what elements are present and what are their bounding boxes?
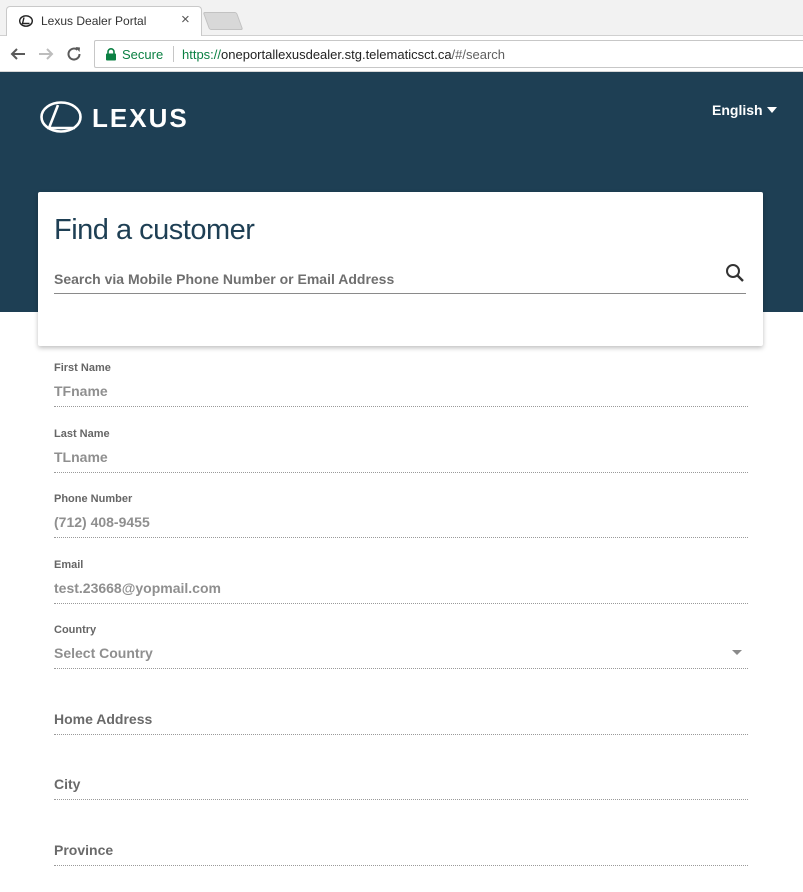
search-input[interactable]: [54, 268, 704, 290]
search-field: [54, 258, 746, 294]
home-address-placeholder: Home Address: [54, 711, 153, 727]
email-label: Email: [54, 559, 84, 571]
first-name-field[interactable]: First Name TFname: [54, 360, 748, 407]
last-name-field[interactable]: Last Name TLname: [54, 426, 748, 473]
city-field[interactable]: City: [54, 765, 748, 800]
lexus-logo: LEXUS: [40, 100, 228, 134]
email-field[interactable]: Email test.23668@yopmail.com: [54, 557, 748, 604]
country-label: Country: [54, 624, 97, 636]
caret-down-icon: [766, 107, 777, 113]
reload-icon: [67, 47, 81, 61]
first-name-value: TFname: [54, 383, 108, 399]
brand-wordmark: LEXUS: [92, 103, 189, 133]
url-host: oneportallexusdealer.stg.telematicsct.ca: [221, 47, 452, 62]
city-placeholder: City: [54, 776, 81, 792]
address-bar[interactable]: Secure https://oneportallexusdealer.stg.…: [94, 40, 803, 68]
lock-icon: [106, 48, 116, 61]
email-value: test.23668@yopmail.com: [54, 580, 221, 596]
lexus-favicon-icon: [19, 15, 33, 27]
phone-number-value: (712) 408-9455: [54, 514, 150, 530]
new-tab-button[interactable]: [202, 12, 244, 30]
back-button[interactable]: [8, 44, 28, 64]
reload-button[interactable]: [64, 44, 84, 64]
browser-tab-bar: Lexus Dealer Portal ×: [0, 0, 803, 37]
chevron-down-icon: [732, 650, 742, 655]
language-selector[interactable]: English: [712, 102, 777, 118]
phone-number-field[interactable]: Phone Number (712) 408-9455: [54, 491, 748, 538]
secure-label: Secure: [122, 47, 164, 62]
url-path: /#/search: [451, 47, 506, 62]
country-select[interactable]: Country Select Country: [54, 622, 748, 669]
arrow-left-icon: [10, 48, 25, 60]
last-name-value: TLname: [54, 449, 108, 465]
url-text: https://oneportallexusdealer.stg.telemat…: [182, 47, 505, 62]
forward-button[interactable]: [36, 44, 56, 64]
tab-close-icon[interactable]: ×: [181, 11, 190, 28]
province-field[interactable]: Province: [54, 831, 748, 866]
arrow-right-icon: [39, 48, 54, 60]
search-icon[interactable]: [724, 262, 746, 284]
last-name-label: Last Name: [54, 428, 110, 440]
browser-toolbar: Secure https://oneportallexusdealer.stg.…: [0, 36, 803, 72]
province-placeholder: Province: [54, 842, 114, 858]
lexus-logo-icon: LEXUS: [40, 101, 189, 133]
country-value: Select Country: [54, 645, 153, 661]
page-title: Find a customer: [54, 214, 255, 246]
address-divider: [173, 46, 174, 62]
phone-number-label: Phone Number: [54, 493, 133, 505]
home-address-field[interactable]: Home Address: [54, 700, 748, 735]
tab-title: Lexus Dealer Portal: [41, 14, 147, 28]
url-scheme: https://: [182, 47, 222, 62]
browser-tab[interactable]: Lexus Dealer Portal ×: [6, 6, 202, 37]
find-customer-card: Find a customer: [38, 192, 763, 346]
language-label: English: [712, 102, 763, 118]
first-name-label: First Name: [54, 362, 111, 374]
